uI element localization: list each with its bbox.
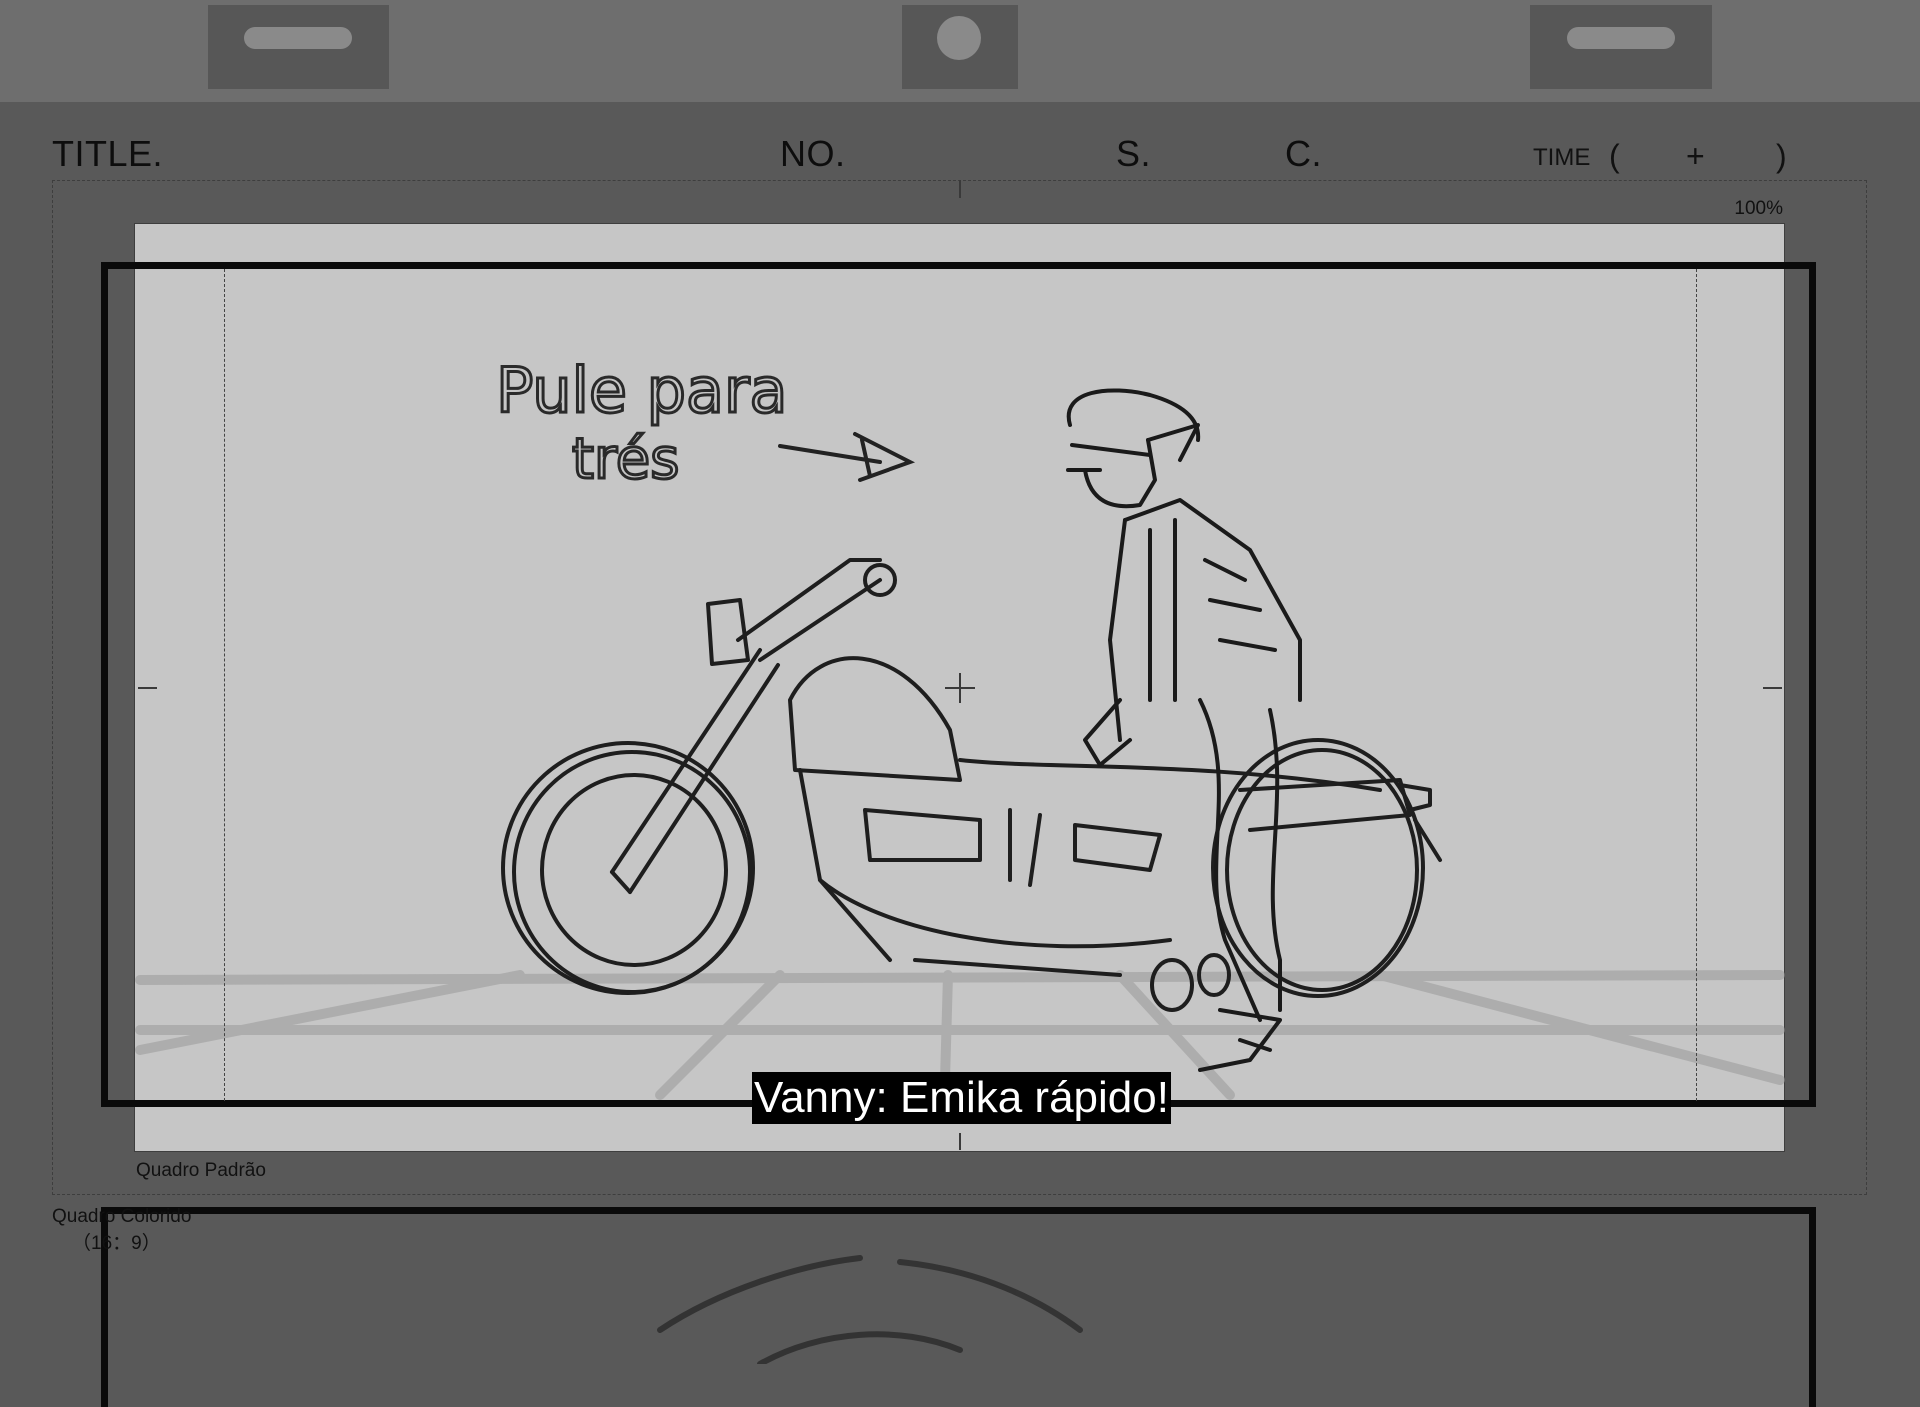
next-frame-sketch bbox=[657, 1255, 1083, 1364]
